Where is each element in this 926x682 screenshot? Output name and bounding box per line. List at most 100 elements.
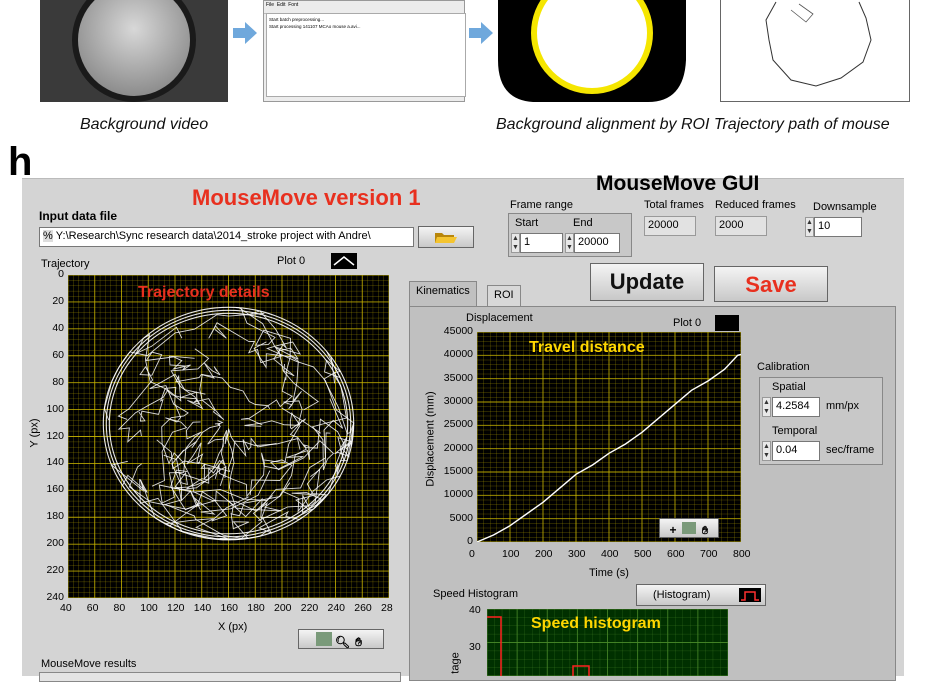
trajectory-y-tick-label: 20 [52, 294, 64, 307]
frame-range-group: Start End ▲ ▼ 1 ▲ ▼ 20000 [508, 213, 632, 257]
input-file-path-field[interactable]: % Y:\Research\Sync research data\2014_str… [39, 227, 414, 247]
thumb-menu-item: Font [288, 2, 299, 8]
trajectory-y-label: Y (px) [28, 418, 41, 448]
results-label: MouseMove results [41, 658, 137, 670]
thumb-log-line: Start processing 141107 MCAo mouse a.avi… [269, 24, 361, 29]
trajectory-y-tick-label: 0 [58, 268, 64, 280]
start-label: Start [515, 217, 539, 229]
end-spinner[interactable]: ▲ ▼ [565, 233, 574, 253]
displacement-overlay-label: Travel distance [529, 339, 645, 356]
start-spinner[interactable]: ▲ ▼ [511, 233, 520, 253]
trajectory-x-tick-label: 260 [354, 602, 372, 614]
arrow-right-icon [469, 22, 493, 44]
tab-roi[interactable]: ROI [487, 285, 521, 307]
trajectory-x-tick-label: 140 [193, 602, 212, 614]
zoom-tool-icon[interactable] [682, 522, 696, 534]
histogram-legend: (Histogram) [636, 584, 766, 606]
displacement-y-label: Displacement (mm) [424, 391, 437, 487]
trajectory-overlay-label: Trajectory details [138, 284, 270, 301]
update-button[interactable]: Update [590, 263, 704, 301]
arena-video-frame [40, 0, 228, 102]
roi-alignment-thumbnail [498, 0, 686, 102]
trajectory-x-tick-label: 240 [327, 602, 346, 614]
cursor-tool-icon[interactable]: + [666, 523, 680, 537]
trajectory-legend-label: Plot 0 [277, 255, 306, 267]
path-text: Y:\Research\Sync research data\2014_stro… [55, 230, 371, 242]
trajectory-x-tick-label: 200 [274, 602, 292, 614]
total-frames-label: Total frames [644, 199, 704, 211]
trajectory-x-tick-label: 220 [300, 602, 319, 614]
end-label: End [573, 217, 593, 229]
trajectory-y-tick-label: 160 [46, 483, 64, 496]
displacement-x-tick-label: 100 [502, 548, 520, 560]
path-prefix: % [43, 230, 53, 242]
pan-hand-icon[interactable]: ✋︎ [351, 635, 367, 649]
displacement-x-tick-label: 0 [469, 548, 475, 560]
trajectory-y-tick-label: 180 [46, 510, 64, 523]
trajectory-graph-palette: 🔍︎ ✋︎ [298, 629, 384, 649]
background-video-thumbnail [40, 0, 228, 102]
mousemove-gui-window: MouseMove version 1 Input data file % Y:\… [22, 172, 904, 682]
browse-folder-button[interactable] [418, 226, 474, 248]
trajectory-x-tick-label: 160 [220, 602, 239, 614]
trajectory-y-tick-label: 40 [52, 321, 64, 334]
trajectory-y-tick-label: 140 [46, 456, 64, 469]
thumb-menu-item: Edit [276, 2, 286, 8]
thumb-menu-item: File [266, 2, 275, 8]
displacement-x-label: Time (s) [589, 567, 629, 579]
displacement-y-tick-label: 30000 [443, 395, 473, 407]
spatial-field[interactable]: 4.2584 [772, 397, 820, 417]
caption-alignment: Background alignment by ROI Trajectory p… [496, 116, 890, 133]
displacement-plot-svg [477, 332, 741, 542]
pan-hand-icon[interactable]: ✋︎ [698, 525, 712, 538]
trajectory-x-label: X (px) [218, 621, 248, 633]
spatial-label: Spatial [772, 381, 806, 393]
histogram-plot-area: Speed histogram [487, 609, 728, 676]
displacement-x-tick-label: 300 [568, 548, 586, 560]
displacement-legend-label: Plot 0 [673, 317, 702, 329]
trajectory-plot-svg [68, 275, 389, 598]
thumb-log-area: Start batch preprocessing... Start proce… [266, 13, 466, 97]
trajectory-plot-area: Trajectory details [68, 275, 389, 598]
displacement-x-tick-label: 400 [601, 548, 619, 560]
arrow-right-icon [233, 22, 257, 44]
start-frame-field[interactable]: 1 [520, 233, 563, 253]
displacement-x-tick-label: 800 [733, 548, 751, 560]
downsample-spinner[interactable]: ▲ ▼ [805, 217, 814, 237]
displacement-x-tick-label: 200 [535, 548, 553, 560]
displacement-legend-swatch [715, 315, 739, 331]
frame-range-label: Frame range [510, 199, 573, 211]
zoom-tool-icon[interactable]: 🔍︎ [335, 635, 351, 649]
temporal-spinner[interactable]: ▲ ▼ [762, 441, 771, 461]
tab-kinematics[interactable]: Kinematics [409, 281, 477, 307]
displacement-y-tick-label: 0 [467, 535, 473, 547]
spatial-spinner[interactable]: ▲ ▼ [762, 397, 771, 417]
displacement-x-tick-label: 700 [700, 548, 718, 560]
mousemove-gui-label: MouseMove GUI [596, 172, 760, 195]
displacement-y-tick-label: 20000 [443, 441, 473, 454]
temporal-field[interactable]: 0.04 [772, 441, 820, 461]
end-frame-field[interactable]: 20000 [574, 233, 620, 253]
roi-circle-frame [498, 0, 686, 102]
trajectory-graph-title: Trajectory [41, 258, 90, 270]
trajectory-x-tick-label: 120 [167, 602, 185, 614]
displacement-graph-title: Displacement [466, 312, 533, 324]
histogram-y-tick: 40 [469, 604, 481, 616]
histogram-legend-label: (Histogram) [653, 589, 711, 601]
trajectory-x-tick-label: 40 [60, 602, 72, 614]
trajectory-y-tick-label: 120 [46, 429, 64, 442]
trajectory-x-tick-label: 60 [86, 602, 99, 614]
caption-background-video: Background video [80, 116, 209, 133]
displacement-y-tick-label: 10000 [443, 488, 473, 501]
cursor-tool-icon[interactable] [315, 632, 332, 646]
temporal-label: Temporal [772, 425, 818, 437]
save-button[interactable]: Save [714, 266, 828, 302]
trajectory-path-segment [226, 407, 307, 512]
trajectory-y-tick-label: 100 [46, 402, 64, 415]
trajectory-x-tick-label: 180 [247, 602, 265, 614]
trajectory-y-tick-label: 60 [52, 348, 64, 361]
downsample-field[interactable]: 10 [814, 217, 862, 237]
calibration-label: Calibration [757, 361, 810, 373]
calibration-group: Spatial ▲ ▼ 4.2584 mm/px Temporal ▲ ▼ 0.04… [759, 377, 883, 465]
trajectory-legend-swatch [331, 253, 357, 269]
